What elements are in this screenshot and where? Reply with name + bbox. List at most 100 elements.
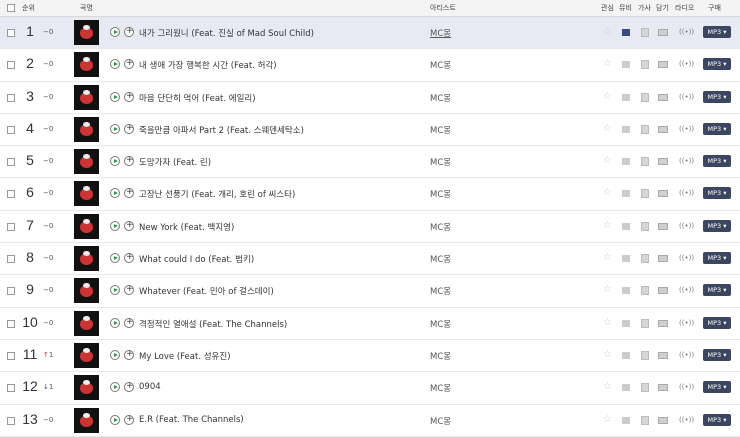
table-row[interactable]: 10 −0 격정적인 열애설 (Feat. The Channels) MC몽 ☆ ((•… [0, 308, 740, 340]
table-row[interactable]: 4 −0 죽을만큼 아파서 Part 2 (Feat. 스웨덴세탁소) MC몽 ☆ ((•… [0, 114, 740, 147]
star-icon[interactable]: ☆ [603, 381, 612, 392]
table-row[interactable]: 13 −0 E.R (Feat. The Channels) MC몽 ☆ ((•)) MP3… [0, 405, 740, 437]
lyrics-icon[interactable] [641, 350, 649, 360]
buy-mp3-button[interactable]: MP3 ▾ [703, 348, 731, 361]
play-icon[interactable] [110, 285, 120, 296]
radio-icon[interactable]: ((•)) [679, 93, 694, 101]
buy-mp3-button[interactable]: MP3 ▾ [703, 252, 731, 265]
music-video-icon[interactable] [622, 384, 630, 392]
play-icon[interactable] [110, 91, 120, 102]
add-to-folder-icon[interactable] [658, 125, 668, 133]
add-to-folder-icon[interactable] [658, 384, 668, 392]
song-title[interactable]: 0904 [139, 382, 161, 392]
radio-icon[interactable]: ((•)) [679, 286, 694, 294]
play-icon[interactable] [110, 59, 120, 70]
add-to-folder-icon[interactable] [658, 93, 668, 101]
song-title[interactable]: 내 생애 가장 행복한 시간 (Feat. 허각) [139, 59, 277, 71]
artist-link[interactable]: MC몽 [430, 156, 451, 168]
artist-link[interactable]: MC몽 [430, 350, 451, 362]
star-icon[interactable]: ☆ [603, 155, 612, 166]
album-art[interactable] [74, 246, 99, 272]
buy-mp3-button[interactable]: MP3 ▾ [703, 381, 731, 394]
buy-mp3-button[interactable]: MP3 ▾ [703, 219, 731, 232]
add-to-folder-icon[interactable] [658, 29, 668, 36]
buy-mp3-button[interactable]: MP3 ▾ [703, 316, 731, 329]
add-to-playlist-icon[interactable] [124, 123, 134, 134]
song-title[interactable]: 내가 그리웠니 (Feat. 진실 of Mad Soul Child) [139, 27, 314, 39]
lyrics-icon[interactable] [641, 383, 649, 393]
table-row[interactable]: 9 −0 Whatever (Feat. 민아 of 걸스데이) MC몽 ☆ ((•)) M… [0, 275, 740, 308]
radio-icon[interactable]: ((•)) [679, 254, 694, 262]
radio-icon[interactable]: ((•)) [679, 189, 694, 197]
music-video-icon[interactable] [622, 190, 630, 198]
add-to-playlist-icon[interactable] [124, 187, 134, 199]
album-art[interactable] [74, 342, 99, 368]
artist-link[interactable]: MC몽 [430, 415, 451, 427]
row-checkbox[interactable] [7, 222, 15, 231]
play-icon[interactable] [110, 188, 120, 199]
radio-icon[interactable]: ((•)) [679, 28, 694, 36]
music-video-icon[interactable] [622, 319, 630, 327]
album-art[interactable] [74, 52, 99, 78]
row-checkbox[interactable] [7, 255, 15, 264]
add-to-playlist-icon[interactable] [124, 414, 134, 425]
add-to-folder-icon[interactable] [658, 61, 668, 69]
artist-link[interactable]: MC몽 [430, 221, 451, 233]
radio-icon[interactable]: ((•)) [679, 157, 694, 165]
table-row[interactable]: 1 −0 내가 그리웠니 (Feat. 진실 of Mad Soul Child) M… [0, 17, 740, 50]
lyrics-icon[interactable] [641, 60, 649, 70]
music-video-icon[interactable] [622, 222, 630, 230]
add-to-playlist-icon[interactable] [124, 26, 134, 37]
add-to-folder-icon[interactable] [658, 255, 668, 263]
row-checkbox[interactable] [7, 287, 15, 296]
row-checkbox[interactable] [7, 416, 15, 425]
buy-mp3-button[interactable]: MP3 ▾ [703, 90, 731, 103]
artist-link[interactable]: MC몽 [430, 59, 451, 71]
star-icon[interactable]: ☆ [603, 414, 612, 425]
row-checkbox[interactable] [7, 351, 15, 360]
table-row[interactable]: 8 −0 What could I do (Feat. 범키) MC몽 ☆ ((•)) MP… [0, 243, 740, 276]
song-title[interactable]: 죽을만큼 아파서 Part 2 (Feat. 스웨덴세탁소) [139, 124, 304, 136]
song-title[interactable]: Whatever (Feat. 민아 of 걸스데이) [139, 285, 274, 297]
radio-icon[interactable]: ((•)) [679, 125, 694, 133]
lyrics-icon[interactable] [641, 28, 649, 37]
star-icon[interactable]: ☆ [603, 349, 612, 360]
album-art[interactable] [74, 20, 99, 45]
artist-link[interactable]: MC몽 [430, 27, 451, 39]
lyrics-icon[interactable] [641, 415, 649, 425]
music-video-icon[interactable] [622, 61, 630, 69]
artist-link[interactable]: MC몽 [430, 92, 451, 104]
music-video-icon[interactable] [622, 29, 630, 36]
play-icon[interactable] [110, 349, 120, 360]
buy-mp3-button[interactable]: MP3 ▾ [703, 26, 731, 38]
row-checkbox[interactable] [7, 93, 15, 102]
music-video-icon[interactable] [622, 125, 630, 133]
lyrics-icon[interactable] [641, 286, 649, 296]
lyrics-icon[interactable] [641, 221, 649, 231]
play-icon[interactable] [110, 220, 120, 231]
table-row[interactable]: 3 −0 마음 단단히 먹어 (Feat. 에일리) MC몽 ☆ ((•)) MP3 ▾ [0, 82, 740, 114]
artist-link[interactable]: MC몽 [430, 382, 451, 394]
play-icon[interactable] [110, 123, 120, 134]
star-icon[interactable]: ☆ [603, 58, 612, 69]
add-to-playlist-icon[interactable] [124, 284, 134, 296]
radio-icon[interactable]: ((•)) [679, 319, 694, 327]
artist-link[interactable]: MC몽 [430, 188, 451, 200]
music-video-icon[interactable] [622, 158, 630, 166]
song-title[interactable]: 마음 단단히 먹어 (Feat. 에일리) [139, 92, 256, 104]
lyrics-icon[interactable] [641, 92, 649, 102]
row-checkbox[interactable] [7, 29, 15, 37]
row-checkbox[interactable] [7, 190, 15, 199]
add-to-folder-icon[interactable] [658, 319, 668, 327]
radio-icon[interactable]: ((•)) [679, 351, 694, 359]
table-row[interactable]: 7 −0 New York (Feat. 백지영) MC몽 ☆ ((•)) MP3 ▾ [0, 211, 740, 244]
artist-link[interactable]: MC몽 [430, 285, 451, 297]
album-art[interactable] [74, 181, 99, 207]
lyrics-icon[interactable] [641, 318, 649, 328]
lyrics-icon[interactable] [641, 124, 649, 134]
add-to-playlist-icon[interactable] [124, 381, 134, 393]
star-icon[interactable]: ☆ [603, 284, 612, 295]
add-to-folder-icon[interactable] [658, 190, 668, 198]
add-to-folder-icon[interactable] [658, 287, 668, 295]
album-art[interactable] [74, 84, 99, 110]
